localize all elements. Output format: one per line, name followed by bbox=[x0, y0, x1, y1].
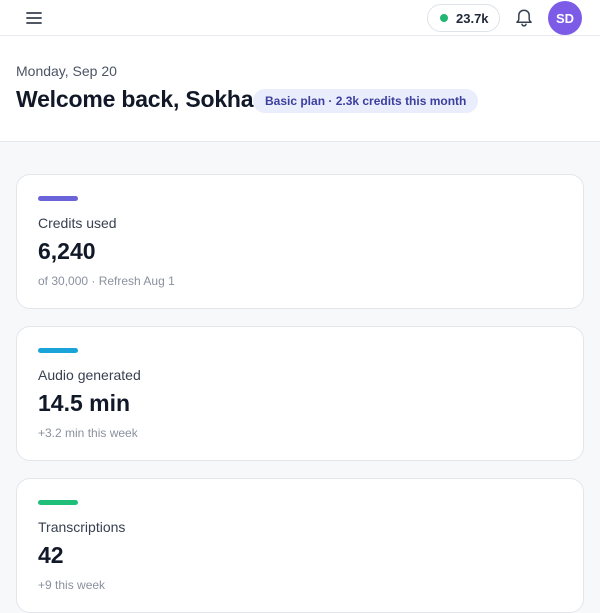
stat-card-transcriptions: Transcriptions 42 +9 this week bbox=[16, 478, 584, 613]
card-accent-bar bbox=[38, 196, 78, 201]
credits-balance-pill[interactable]: 23.7k bbox=[427, 4, 500, 32]
bell-icon[interactable] bbox=[513, 7, 535, 29]
stat-note: +3.2 min this week bbox=[38, 426, 138, 440]
page-header: Monday, Sep 20 Welcome back, Sokha Basic… bbox=[0, 36, 600, 142]
stat-card-audio-generated: Audio generated 14.5 min +3.2 min this w… bbox=[16, 326, 584, 461]
page-title: Welcome back, Sokha bbox=[16, 86, 254, 112]
stat-note: of 30,000 · Refresh Aug 1 bbox=[38, 274, 175, 288]
status-dot-icon bbox=[440, 14, 448, 22]
hamburger-menu-icon[interactable] bbox=[24, 9, 44, 27]
avatar-initials: SD bbox=[555, 10, 575, 26]
credits-balance-value: 23.7k bbox=[456, 10, 489, 26]
plan-badge: Basic plan · 2.3k credits this month bbox=[253, 89, 479, 113]
stat-value: 14.5 min bbox=[38, 390, 131, 416]
card-accent-bar bbox=[38, 500, 78, 505]
stat-card-credits-used: Credits used 6,240 of 30,000 · Refresh A… bbox=[16, 174, 584, 309]
stat-label: Audio generated bbox=[38, 367, 141, 383]
stat-label: Credits used bbox=[38, 215, 117, 231]
card-accent-bar bbox=[38, 348, 78, 353]
stat-value: 6,240 bbox=[38, 238, 96, 264]
stat-label: Transcriptions bbox=[38, 519, 126, 535]
stat-note: +9 this week bbox=[38, 578, 106, 592]
user-avatar[interactable]: SD bbox=[548, 1, 582, 35]
stat-value: 42 bbox=[38, 542, 64, 568]
current-date: Monday, Sep 20 bbox=[16, 63, 117, 79]
top-bar: 23.7k SD bbox=[0, 0, 600, 36]
